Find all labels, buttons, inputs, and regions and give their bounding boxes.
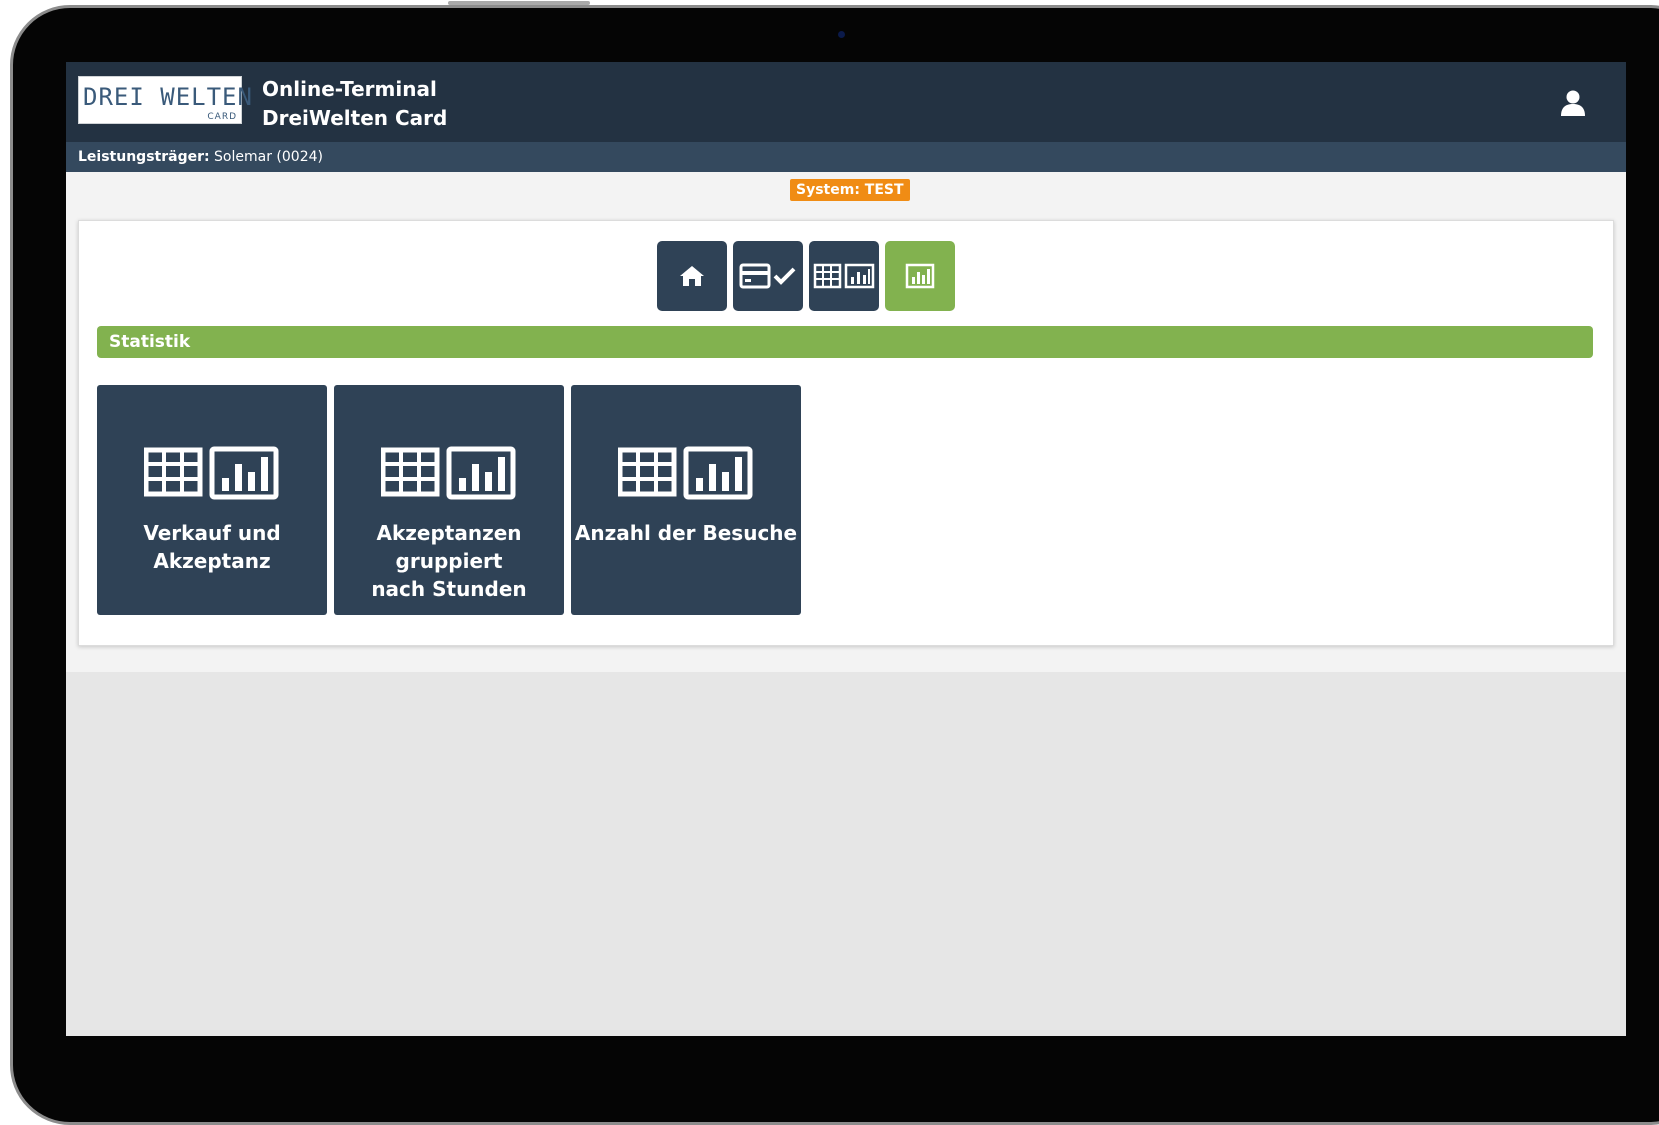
bar-chart-icon xyxy=(905,263,935,289)
nav-home-button[interactable] xyxy=(657,241,727,311)
app-title-line2: DreiWelten Card xyxy=(262,106,448,130)
content-panel: Statistik Verkauf und Akzeptanz Akzeptan… xyxy=(78,220,1614,646)
system-badge: System: TEST xyxy=(790,179,910,201)
app-title-line1: Online-Terminal xyxy=(262,77,437,101)
tile-label-line: Verkauf und xyxy=(143,521,281,545)
tile-label-line: gruppiert xyxy=(395,549,503,573)
tile-akzeptanzen-stunden[interactable]: Akzeptanzen gruppiert nach Stunden xyxy=(334,385,564,615)
tile-label-line: Akzeptanz xyxy=(153,549,271,573)
table-chart-icon xyxy=(813,263,875,289)
section-title: Statistik xyxy=(97,326,1593,358)
app-title: Online-Terminal DreiWelten Card xyxy=(262,75,447,133)
card-check-icon xyxy=(739,263,796,289)
nav-button-group xyxy=(657,241,955,311)
home-icon xyxy=(680,266,704,286)
nav-card-check-button[interactable] xyxy=(733,241,803,311)
tile-label-line: nach Stunden xyxy=(371,577,527,601)
camera-dot xyxy=(838,31,845,38)
tile-label: Verkauf und Akzeptanz xyxy=(97,519,327,575)
logo-subtext: CARD xyxy=(207,112,237,122)
tile-label: Akzeptanzen gruppiert nach Stunden xyxy=(334,519,564,603)
app-header: DREI WELTEN CARD Online-Terminal DreiWel… xyxy=(66,62,1626,142)
tile-label-line: Anzahl der Besuche xyxy=(574,521,798,545)
provider-bar: Leistungsträger: Solemar (0024) xyxy=(66,142,1626,172)
nav-statistics-button[interactable] xyxy=(885,241,955,311)
user-icon[interactable] xyxy=(1560,89,1586,117)
brand-logo[interactable]: DREI WELTEN CARD xyxy=(78,76,252,124)
tile-verkauf-akzeptanz[interactable]: Verkauf und Akzeptanz xyxy=(97,385,327,615)
app-screen: DREI WELTEN CARD Online-Terminal DreiWel… xyxy=(66,62,1626,1036)
provider-label: Leistungsträger: xyxy=(78,149,210,165)
device-button xyxy=(448,1,590,5)
table-chart-icon xyxy=(144,446,279,500)
tile-label: Anzahl der Besuche xyxy=(571,519,801,547)
statistics-tiles: Verkauf und Akzeptanz Akzeptanzen gruppi… xyxy=(97,385,801,615)
table-chart-icon xyxy=(618,446,753,500)
tile-anzahl-besuche[interactable]: Anzahl der Besuche xyxy=(571,385,801,615)
provider-value: Solemar (0024) xyxy=(214,149,323,165)
main-content: System: TEST Statistik Verkauf und Akzep… xyxy=(66,172,1626,672)
tile-label-line: Akzeptanzen xyxy=(376,521,522,545)
nav-table-chart-button[interactable] xyxy=(809,241,879,311)
table-chart-icon xyxy=(381,446,516,500)
logo-text: DREI WELTEN xyxy=(83,83,253,111)
